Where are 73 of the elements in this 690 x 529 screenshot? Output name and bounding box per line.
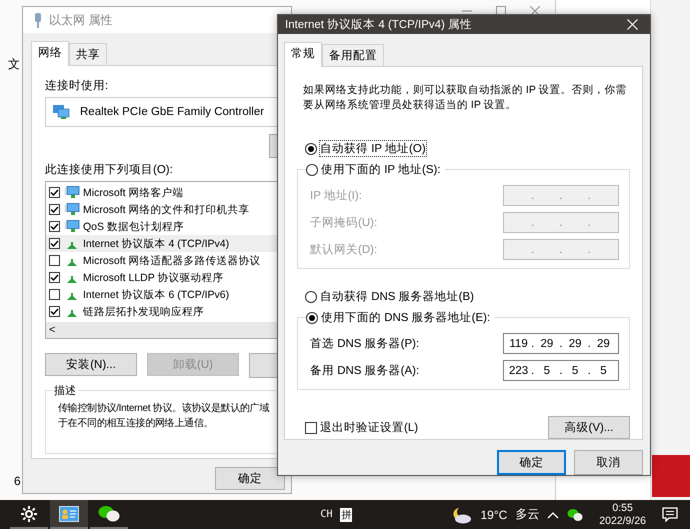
- radio-option[interactable]: 自动获得 IP 地址(O): [305, 141, 630, 156]
- checkbox[interactable]: [305, 422, 317, 434]
- network-adapter-icon: [52, 104, 70, 120]
- computer-icon: [65, 220, 80, 233]
- checkbox[interactable]: [49, 221, 60, 232]
- close-icon[interactable]: [530, 6, 540, 16]
- ip-address-field[interactable]: 119 . 29 . 29 . 29: [503, 333, 619, 354]
- field-label: 子网掩码(U):: [310, 216, 378, 230]
- field-label: IP 地址(I):: [310, 188, 362, 203]
- ip-address-field[interactable]: 223 . 5 . 5 . 5: [503, 360, 619, 381]
- computer-icon: [65, 203, 80, 216]
- validate-checkbox-option[interactable]: 退出时验证设置(L): [305, 420, 418, 435]
- caret-up-icon[interactable]: [547, 510, 560, 518]
- checkbox[interactable]: [49, 238, 60, 249]
- notification-icon[interactable]: [662, 507, 678, 522]
- connect-using-label: 连接时使用:: [45, 78, 108, 93]
- item-label: Microsoft 网络客户端: [83, 186, 184, 200]
- field-label: 首选 DNS 服务器(P):: [310, 336, 420, 351]
- item-label: Internet 协议版本 6 (TCP/IPv6): [83, 288, 230, 302]
- radio-button[interactable]: [305, 290, 317, 302]
- checkbox[interactable]: [49, 187, 60, 198]
- action-button[interactable]: 安装(N)...: [45, 353, 137, 376]
- field-label: 默认网关(D):: [310, 242, 378, 257]
- ok-button[interactable]: 确定: [215, 467, 285, 490]
- intro-text: 如果网络支持此功能，则可以获取自动指派的 IP 设置。否则，你需要从网络系统管理员处获得适当的 IP 设置。: [303, 83, 628, 113]
- item-label: 链路层拓扑发现响应程序: [83, 304, 204, 318]
- computer-icon: [65, 186, 80, 199]
- item-label: QoS 数据包计划程序: [83, 220, 184, 234]
- radio-option[interactable]: 使用下面的 IP 地址(S):: [306, 162, 445, 177]
- item-label: Internet 协议版本 4 (TCP/IPv4): [83, 236, 230, 250]
- network-cable-icon: [33, 12, 43, 28]
- dialog-button[interactable]: 确定: [497, 450, 566, 475]
- radio-option[interactable]: 自动获得 DNS 服务器地址(B): [305, 289, 630, 304]
- dialog-title: Internet 协议版本 4 (TCP/IPv4) 属性: [285, 17, 472, 32]
- tab[interactable]: 网络: [31, 41, 69, 66]
- field-label: 备用 DNS 服务器(A):: [310, 364, 420, 378]
- tab[interactable]: 共享: [69, 43, 107, 65]
- radio-button[interactable]: [306, 312, 318, 324]
- taskbar-app[interactable]: [50, 500, 88, 529]
- weather-condition-text[interactable]: 多云: [515, 506, 540, 523]
- item-label: Microsoft 网络的文件和打印机共享: [83, 202, 250, 216]
- dialog-button[interactable]: 取消: [574, 450, 643, 475]
- checkbox[interactable]: [49, 272, 60, 283]
- input-method-indicator[interactable]: 拼: [340, 508, 352, 522]
- banner: [652, 455, 690, 497]
- chat-bubbles-icon: [98, 504, 120, 522]
- chat-bubbles-icon[interactable]: [567, 508, 584, 522]
- description-text: 传输控制协议/Internet 协议。该协议是默认的广域 于在不同的相互连接的网络上通信。: [58, 402, 270, 431]
- contact-card-icon: [59, 506, 79, 522]
- menu-text[interactable]: 文: [8, 56, 20, 73]
- temperature-text[interactable]: 19°C: [480, 508, 508, 522]
- language-indicator[interactable]: CH: [320, 509, 332, 520]
- clock[interactable]: 0:55 2022/9/26: [599, 502, 646, 528]
- checkbox[interactable]: [49, 255, 60, 266]
- footer-text: 6: [14, 474, 21, 488]
- scroll-left-arrow[interactable]: <: [49, 324, 56, 336]
- tab[interactable]: 备用配置: [322, 44, 384, 66]
- radio-button[interactable]: [306, 164, 318, 176]
- tab[interactable]: 常规: [284, 42, 322, 67]
- items-label: 此连接使用下列项目(O):: [45, 162, 173, 177]
- checkbox[interactable]: [49, 306, 60, 317]
- group-legend: 描述: [52, 383, 78, 398]
- radio-option[interactable]: 使用下面的 DNS 服务器地址(E):: [306, 310, 494, 325]
- item-label: Microsoft 网络适配器多路传送器协议: [83, 254, 261, 268]
- adapter-name: Realtek PCIe GbE Family Controller: [80, 106, 264, 118]
- properties-button[interactable]: [249, 353, 280, 378]
- item-label: Microsoft LLDP 协议驱动程序: [83, 270, 224, 284]
- settings-icon: [20, 504, 38, 522]
- advanced-button[interactable]: 高级(V)...: [548, 416, 630, 439]
- radio-button[interactable]: [305, 142, 317, 154]
- checkbox[interactable]: [49, 289, 60, 300]
- checkbox[interactable]: [49, 204, 60, 215]
- window-title: 以太网 属性: [49, 12, 112, 28]
